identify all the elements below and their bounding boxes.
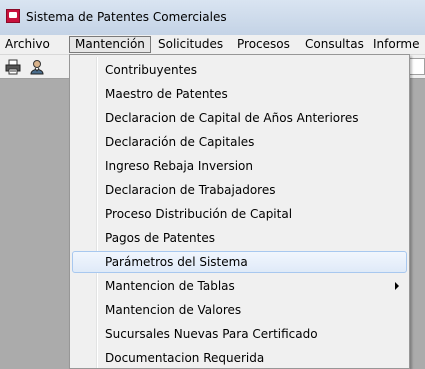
mantencion-dropdown-menu: Contribuyentes Maestro de Patentes Decla…	[69, 54, 410, 369]
menu-item-label: Mantencion de Valores	[105, 303, 242, 317]
menu-item-label: Maestro de Patentes	[105, 87, 228, 101]
menu-item-declaracion-capitales[interactable]: Declaración de Capitales	[72, 131, 407, 153]
menu-item-mantencion-tablas[interactable]: Mantencion de Tablas	[72, 275, 407, 297]
menu-item-label: Contribuyentes	[105, 63, 197, 77]
menu-item-parametros-sistema[interactable]: Parámetros del Sistema	[72, 251, 407, 273]
menu-item-pagos-patentes[interactable]: Pagos de Patentes	[72, 227, 407, 249]
menu-consultas[interactable]: Consultas	[300, 36, 369, 53]
window-title: Sistema de Patentes Comerciales	[26, 10, 227, 24]
menu-item-declaracion-trabajadores[interactable]: Declaracion de Trabajadores	[72, 179, 407, 201]
submenu-arrow-icon	[395, 282, 399, 290]
menu-item-ingreso-rebaja-inversion[interactable]: Ingreso Rebaja Inversion	[72, 155, 407, 177]
menu-item-proceso-distribucion-capital[interactable]: Proceso Distribución de Capital	[72, 203, 407, 225]
menu-item-label: Ingreso Rebaja Inversion	[105, 159, 253, 173]
app-icon	[6, 9, 20, 23]
title-bar: Sistema de Patentes Comerciales	[0, 0, 425, 35]
menu-item-label: Declaracion de Capital de Años Anteriore…	[105, 111, 359, 125]
menu-procesos[interactable]: Procesos	[232, 36, 295, 53]
menu-item-label: Mantencion de Tablas	[105, 279, 235, 293]
menu-archivo[interactable]: Archivo	[0, 36, 55, 53]
menu-item-label: Documentacion Requerida	[105, 351, 265, 365]
menu-bar: Archivo Mantención Solicitudes Procesos …	[0, 35, 425, 55]
menu-item-label: Sucursales Nuevas Para Certificado	[105, 327, 318, 341]
menu-item-label: Pagos de Patentes	[105, 231, 215, 245]
menu-item-mantencion-valores[interactable]: Mantencion de Valores	[72, 299, 407, 321]
menu-solicitudes[interactable]: Solicitudes	[153, 36, 228, 53]
user-icon[interactable]	[29, 59, 45, 75]
menu-item-sucursales-nuevas[interactable]: Sucursales Nuevas Para Certificado	[72, 323, 407, 345]
menu-item-maestro-patentes[interactable]: Maestro de Patentes	[72, 83, 407, 105]
menu-mantencion[interactable]: Mantención	[69, 36, 151, 53]
print-icon[interactable]	[5, 59, 21, 75]
menu-informe[interactable]: Informe	[368, 36, 425, 53]
menu-item-label: Declaración de Capitales	[105, 135, 255, 149]
menu-item-label: Declaracion de Trabajadores	[105, 183, 276, 197]
menu-item-label: Proceso Distribución de Capital	[105, 207, 293, 221]
menu-item-label: Parámetros del Sistema	[105, 255, 248, 269]
menu-item-contribuyentes[interactable]: Contribuyentes	[72, 59, 407, 81]
menu-item-declaracion-capital-anos-anteriores[interactable]: Declaracion de Capital de Años Anteriore…	[72, 107, 407, 129]
menu-item-documentacion-requerida[interactable]: Documentacion Requerida	[72, 347, 407, 369]
